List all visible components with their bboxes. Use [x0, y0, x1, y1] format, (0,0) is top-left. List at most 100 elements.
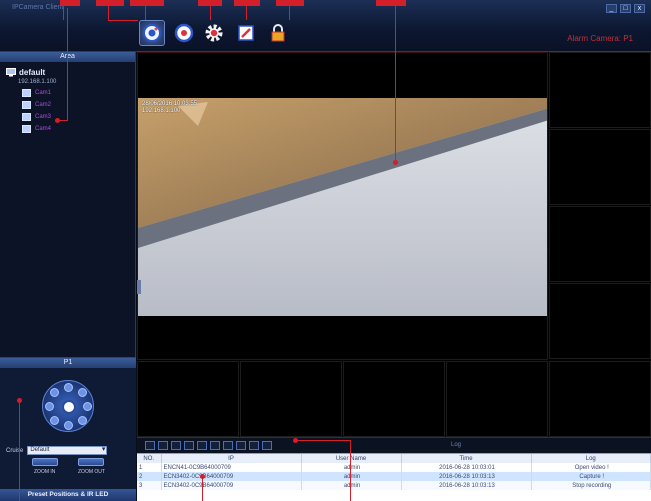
ptz-header: P1: [0, 358, 136, 368]
ptz-down-left-button[interactable]: [50, 416, 59, 425]
main-video-view[interactable]: 28/06/2016 10:03:55 192.168.1.100: [137, 52, 548, 360]
tree-camera-item[interactable]: Cam3: [22, 113, 129, 121]
layout-9-icon[interactable]: [197, 441, 207, 450]
lock-button[interactable]: [265, 20, 291, 46]
ptz-up-right-button[interactable]: [78, 388, 87, 397]
video-tile[interactable]: [549, 283, 651, 359]
zoom-in-label: ZOOM IN: [34, 469, 56, 475]
video-tile[interactable]: [137, 361, 239, 437]
column-header-ip[interactable]: IP: [161, 454, 302, 463]
cell-ip: ECN3402-0C9B64000709: [161, 472, 302, 481]
column-header-user[interactable]: User Name: [301, 454, 402, 463]
left-panel: Area default 192.168.1.100 Cam1 Cam2 Cam…: [0, 52, 136, 501]
video-tile[interactable]: [240, 361, 342, 437]
callout-dot: [393, 160, 398, 165]
callout-dot: [293, 438, 298, 443]
table-row[interactable]: 1 ENCN41-0C9B64000709 admin 2016-06-28 1…: [137, 463, 651, 472]
camera-image: [138, 98, 547, 316]
ptz-panel: P1 Cruise Default ZOOM IN ZOOM OUT Prese…: [0, 357, 136, 501]
cruise-select[interactable]: Default: [27, 446, 108, 455]
record-icon: [174, 23, 194, 43]
cell-time: 2016-06-28 10:03:13: [401, 481, 532, 490]
callout-line: [246, 6, 247, 20]
zoom-out-button[interactable]: [78, 458, 104, 466]
lock-icon: [271, 24, 285, 42]
edit-button[interactable]: [233, 20, 259, 46]
layout-1-icon[interactable]: [145, 441, 155, 450]
cell-log: Capture !: [531, 472, 651, 481]
cruise-row: Cruise Default: [6, 446, 108, 455]
tree-camera-label: Cam1: [35, 90, 52, 96]
cell-log: Stop recording: [531, 481, 651, 490]
callout-dot: [17, 398, 22, 403]
callout-marker: [276, 0, 304, 6]
layout-13-icon[interactable]: [223, 441, 233, 450]
zoom-in-button[interactable]: [32, 458, 58, 466]
ptz-home-button[interactable]: [62, 400, 76, 414]
panel-splitter[interactable]: [137, 280, 141, 294]
table-row[interactable]: 3 ECN3402-0C9B64000709 admin 2016-06-28 …: [137, 481, 651, 490]
layout-10-icon[interactable]: [210, 441, 220, 450]
table-row[interactable]: 2 ECN3402-0C9B64000709 admin 2016-06-28 …: [137, 472, 651, 481]
video-tile[interactable]: [549, 52, 651, 128]
ptz-right-button[interactable]: [83, 402, 92, 411]
window-controls: _ □ x: [606, 4, 645, 13]
callout-line: [395, 6, 396, 162]
maximize-button[interactable]: □: [620, 4, 631, 13]
cell-ip: ENCN41-0C9B64000709: [161, 463, 302, 472]
video-tile[interactable]: [446, 361, 548, 437]
close-button[interactable]: x: [634, 4, 645, 13]
minimize-button[interactable]: _: [606, 4, 617, 13]
app-title: IPCamera Client: [12, 4, 64, 11]
column-header-no[interactable]: NO.: [137, 454, 162, 463]
column-header-time[interactable]: Time: [401, 454, 532, 463]
live-view-button[interactable]: [139, 20, 165, 46]
playback-button[interactable]: [171, 20, 197, 46]
callout-dot: [55, 118, 60, 123]
callout-line: [108, 6, 109, 20]
ptz-up-button[interactable]: [64, 383, 73, 392]
tree-camera-label: Cam4: [35, 126, 52, 132]
tree-camera-item[interactable]: Cam4: [22, 125, 129, 133]
video-tile[interactable]: [549, 129, 651, 205]
video-grid: 28/06/2016 10:03:55 192.168.1.100: [137, 52, 651, 437]
camera-frame: 28/06/2016 10:03:55 192.168.1.100: [138, 98, 547, 316]
callout-line: [289, 6, 290, 20]
callout-marker: [234, 0, 260, 6]
layout-toolbar: Log: [137, 437, 651, 453]
callout-marker: [376, 0, 406, 6]
layout-8-icon[interactable]: [184, 441, 194, 450]
cruise-label: Cruise: [6, 447, 24, 454]
video-tile[interactable]: [343, 361, 445, 437]
callout-marker: [96, 0, 124, 6]
callout-line: [108, 20, 138, 21]
full-screen-icon[interactable]: [249, 441, 259, 450]
callout-dot: [200, 474, 205, 479]
preset-positions-button[interactable]: Preset Positions & IR LED: [0, 489, 136, 501]
layout-6-icon[interactable]: [171, 441, 181, 450]
layout-16-icon[interactable]: [236, 441, 246, 450]
callout-line: [210, 6, 211, 20]
column-header-log[interactable]: Log: [531, 454, 651, 463]
tree-camera-label: Cam3: [35, 114, 52, 120]
camera-node-icon: [22, 89, 31, 97]
sequence-icon[interactable]: [262, 441, 272, 450]
ptz-down-button[interactable]: [64, 421, 73, 430]
layout-4-icon[interactable]: [158, 441, 168, 450]
camera-node-icon: [22, 101, 31, 109]
ptz-down-right-button[interactable]: [78, 416, 87, 425]
tree-camera-item[interactable]: Cam2: [22, 101, 129, 109]
cell-user: admin: [301, 463, 402, 472]
video-tile[interactable]: [549, 361, 651, 437]
ptz-direction-wheel[interactable]: [42, 380, 94, 432]
cell-no: 3: [137, 481, 162, 490]
video-tile[interactable]: [549, 206, 651, 282]
ptz-left-button[interactable]: [45, 402, 54, 411]
cell-ip: ECN3402-0C9B64000709: [161, 481, 302, 490]
tree-camera-item[interactable]: Cam1: [22, 89, 129, 97]
callout-line: [19, 400, 20, 501]
tree-sub-address[interactable]: 192.168.1.100: [18, 79, 129, 85]
ptz-up-left-button[interactable]: [50, 388, 59, 397]
settings-button[interactable]: [201, 20, 227, 46]
callout-line: [202, 476, 203, 501]
